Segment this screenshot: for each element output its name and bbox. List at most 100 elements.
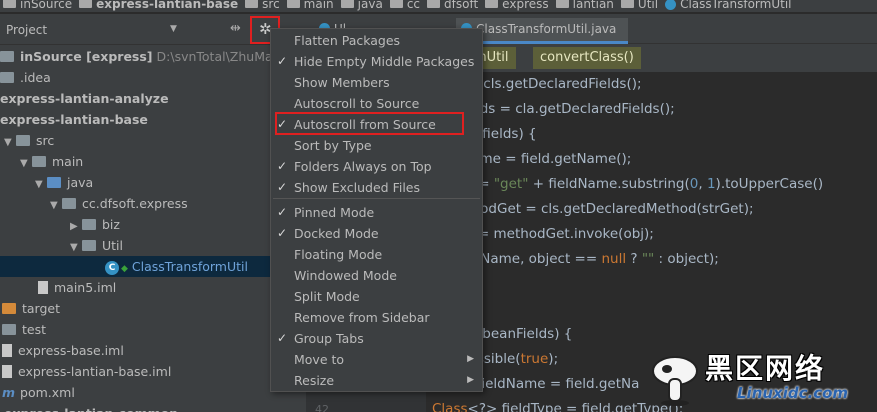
tree-node-label: target — [22, 301, 61, 316]
tree-node[interactable]: express-base.iml — [0, 340, 306, 361]
breadcrumb-item[interactable]: cc — [387, 0, 424, 11]
menu-item-sort-by-type[interactable]: Sort by Type — [271, 135, 482, 156]
breadcrumb-item[interactable]: express — [482, 0, 552, 11]
maven-icon: m — [2, 385, 16, 400]
menu-item-label: Remove from Sidebar — [294, 310, 430, 325]
folder-icon — [286, 0, 300, 8]
menu-item-hide-empty-middle-packages[interactable]: ✓ Hide Empty Middle Packages — [271, 51, 482, 72]
menu-item-label: Split Mode — [294, 289, 360, 304]
breadcrumb-label: main — [303, 0, 334, 11]
folder-icon — [62, 198, 76, 209]
chevron-down-icon[interactable]: ▼ — [170, 24, 177, 34]
tree-node[interactable]: express-lantian-base — [0, 109, 306, 130]
menu-item-move-to[interactable]: Move to ▶ — [271, 349, 482, 370]
folder-icon — [555, 0, 569, 8]
class-icon: C — [105, 260, 119, 275]
menu-item-windowed-mode[interactable]: Windowed Mode — [271, 265, 482, 286]
breadcrumb-label: inSource — [20, 0, 73, 11]
breadcrumb-item[interactable]: lantian — [553, 0, 618, 11]
code-line: strGet = "get" + fieldName.substring(0, … — [432, 176, 824, 192]
menu-item-label: Autoscroll to Source — [294, 96, 420, 111]
menu-item-label: Folders Always on Top — [294, 159, 432, 174]
menu-item-label: Resize — [294, 373, 335, 388]
tree-node[interactable]: ▼ main — [0, 151, 306, 172]
tree-node-label: Util — [102, 238, 123, 253]
breadcrumb-item[interactable]: inSource — [0, 0, 76, 11]
breadcrumb-item[interactable]: java — [338, 0, 387, 11]
menu-item-folders-always-on-top[interactable]: ✓ Folders Always on Top — [271, 156, 482, 177]
menu-item-docked-mode[interactable]: ✓ Docked Mode — [271, 223, 482, 244]
tree-node[interactable]: test — [0, 319, 306, 340]
menu-item-floating-mode[interactable]: Floating Mode — [271, 244, 482, 265]
menu-item-label: Flatten Packages — [294, 33, 401, 48]
menu-item-label: Show Excluded Files — [294, 180, 421, 195]
breadcrumb-item[interactable]: src — [242, 0, 284, 11]
method-crumb[interactable]: convertClass() — [533, 47, 641, 69]
tree-node-label: main5.iml — [54, 280, 117, 295]
tree-node[interactable]: main5.iml — [0, 277, 306, 298]
file-icon — [2, 344, 12, 357]
file-icon — [38, 281, 48, 294]
menu-item-split-mode[interactable]: Split Mode — [271, 286, 482, 307]
breadcrumb-item[interactable]: main — [284, 0, 338, 11]
sync-icon[interactable]: ⇹ — [230, 21, 241, 36]
tab-label: ClassTransformUtil.java — [476, 22, 617, 36]
breadcrumb-item[interactable]: ClassTransformUtil — [662, 0, 795, 11]
folder-icon — [82, 219, 96, 230]
chevron-down-icon[interactable]: ▼ — [50, 195, 62, 216]
chevron-down-icon[interactable]: ▼ — [70, 237, 82, 258]
chevron-right-icon[interactable]: ▶ — [70, 216, 82, 237]
folder-icon — [16, 135, 30, 146]
breadcrumb-label: src — [262, 0, 280, 11]
breadcrumb-item[interactable]: express-lantian-base — [76, 0, 242, 11]
project-view-selector[interactable]: Project — [6, 23, 47, 37]
structure-breadcrumb: mUtil convertClass() — [440, 44, 877, 72]
folder-icon — [32, 156, 46, 167]
menu-item-remove-from-sidebar[interactable]: Remove from Sidebar — [271, 307, 482, 328]
folder-icon — [389, 0, 403, 8]
tree-node-label: express-lantian-base.iml — [18, 364, 172, 379]
chevron-down-icon[interactable]: ▼ — [4, 132, 16, 153]
tree-node[interactable]: C ◆ ClassTransformUtil — [0, 256, 306, 277]
tree-node[interactable]: inSource [express] D:\svnTotal\ZhuMaDian\… — [0, 46, 318, 67]
folder-icon — [82, 240, 96, 251]
menu-item-autoscroll-to-source[interactable]: Autoscroll to Source — [271, 93, 482, 114]
tree-node[interactable]: ▼ Util — [0, 235, 306, 256]
checkmark-icon: ✓ — [277, 54, 288, 68]
menu-item-flatten-packages[interactable]: Flatten Packages — [271, 30, 482, 51]
breadcrumb-label: dfsoft — [444, 0, 479, 11]
checkmark-icon: ✓ — [277, 331, 288, 345]
menu-item-pinned-mode[interactable]: ✓ Pinned Mode — [271, 202, 482, 223]
tree-node[interactable]: ▼ java — [0, 172, 306, 193]
tree-node-label: src — [36, 133, 55, 148]
tree-node[interactable]: m pom.xml — [0, 382, 306, 403]
class-icon — [665, 0, 677, 10]
menu-item-show-excluded-files[interactable]: ✓ Show Excluded Files — [271, 177, 482, 198]
chevron-down-icon[interactable]: ▼ — [35, 174, 47, 195]
menu-item-label: Floating Mode — [294, 247, 383, 262]
watermark: 黑区网络 Linuxidc.com — [645, 337, 877, 412]
project-tree: inSource [express] D:\svnTotal\ZhuMaDian\… — [0, 46, 318, 412]
menu-item-label: Group Tabs — [294, 331, 364, 346]
menu-item-group-tabs[interactable]: ✓ Group Tabs — [271, 328, 482, 349]
folder-icon — [620, 0, 634, 8]
tree-node[interactable]: .idea — [0, 67, 306, 88]
folder-icon — [2, 324, 16, 335]
tree-node[interactable]: target — [0, 298, 306, 319]
tree-node[interactable]: ▶ biz — [0, 214, 306, 235]
tree-node-label: main — [52, 154, 84, 169]
breadcrumb-item[interactable]: dfsoft — [424, 0, 482, 11]
menu-item-label: Show Members — [294, 75, 390, 90]
tree-node[interactable]: express-lantian-base.iml — [0, 361, 306, 382]
tree-node[interactable]: ▼ cc.dfsoft.express — [0, 193, 306, 214]
breadcrumb-item[interactable]: Util — [618, 0, 662, 11]
tree-node[interactable]: ▼ src — [0, 130, 306, 151]
chevron-right-icon: ▶ — [467, 375, 474, 385]
tree-node[interactable]: express-lantian-common — [0, 403, 306, 412]
menu-item-show-members[interactable]: Show Members — [271, 72, 482, 93]
tree-node-label: test — [22, 322, 47, 337]
menu-item-resize[interactable]: Resize ▶ — [271, 370, 482, 391]
tree-node[interactable]: express-lantian-analyze — [0, 88, 306, 109]
folder-icon — [485, 0, 499, 8]
chevron-down-icon[interactable]: ▼ — [20, 153, 32, 174]
